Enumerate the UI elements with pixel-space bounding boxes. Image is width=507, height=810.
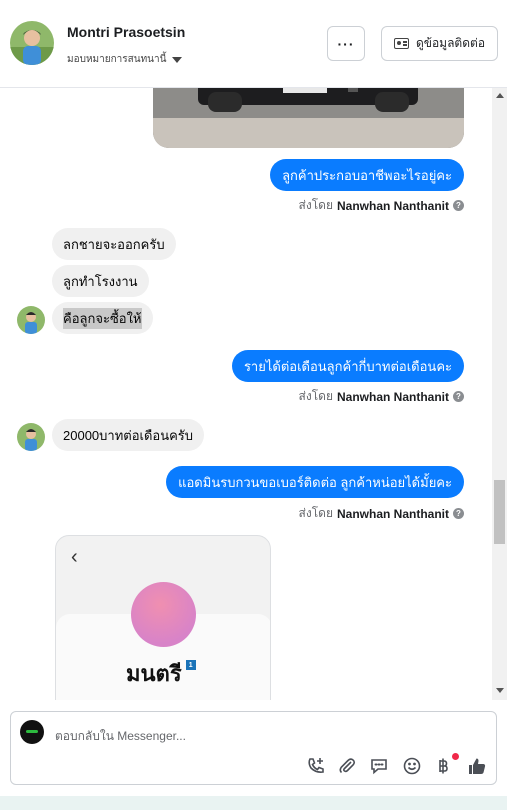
- back-arrow-icon: ‹: [71, 546, 78, 568]
- assign-label: มอบหมายการสนทนานี้: [67, 54, 167, 65]
- more-options-button[interactable]: ···: [327, 26, 365, 61]
- message-thread[interactable]: ลูกค้าประกอบอาชีพอะไรอยู่คะ ส่งโดย Nanwh…: [0, 88, 507, 700]
- sent-by-prefix: ส่งโดย: [298, 506, 333, 520]
- view-contact-info-label: ดูข้อมูลติดต่อ: [415, 36, 486, 50]
- sent-by-prefix: ส่งโดย: [298, 389, 333, 403]
- message-outgoing[interactable]: แอดมินรบกวนขอเบอร์ติดต่อ ลูกค้าหน่อยได้ม…: [166, 466, 464, 498]
- view-contact-info-button[interactable]: ดูข้อมูลติดต่อ: [381, 26, 498, 61]
- scrollbar-track[interactable]: [492, 88, 507, 700]
- message-text: รายได้ต่อเดือนลูกค้ากี่บาทต่อเดือนคะ: [243, 358, 452, 374]
- sent-by-caption: ส่งโดย Nanwhan Nanthanit ?: [299, 196, 464, 215]
- profile-screenshot-attachment[interactable]: ‹ มนตรี 1: [55, 535, 271, 700]
- baht-icon[interactable]: [432, 755, 454, 777]
- contact-avatar[interactable]: [10, 21, 54, 65]
- thumbs-up-icon[interactable]: [466, 755, 488, 777]
- message-incoming[interactable]: 20000บาทต่อเดือนครับ: [52, 419, 205, 451]
- car-photo-attachment[interactable]: [153, 88, 464, 148]
- message-incoming[interactable]: ลูกทำโรงงาน: [52, 265, 149, 297]
- message-text: ลกชายจะออกครับ: [63, 236, 165, 252]
- paperclip-icon[interactable]: [336, 755, 358, 777]
- page-avatar: [20, 720, 44, 744]
- caret-down-icon: [172, 56, 183, 63]
- scroll-up-arrow-icon[interactable]: [496, 93, 504, 98]
- message-incoming[interactable]: ลกชายจะออกครับ: [52, 228, 176, 260]
- help-icon[interactable]: ?: [453, 391, 464, 402]
- scroll-down-arrow-icon[interactable]: [496, 688, 504, 693]
- sent-by-caption: ส่งโดย Nanwhan Nanthanit ?: [299, 387, 464, 406]
- smiley-icon[interactable]: [401, 755, 423, 777]
- agent-name: Nanwhan Nanthanit: [336, 198, 449, 213]
- reply-input[interactable]: ตอบกลับใน Messenger...: [55, 727, 186, 746]
- help-icon[interactable]: ?: [453, 200, 464, 211]
- chat-bubble-icon[interactable]: [368, 755, 390, 777]
- notification-dot: [452, 753, 459, 760]
- message-incoming[interactable]: คือลูกจะซื้อให้: [52, 302, 153, 334]
- assign-conversation-dropdown[interactable]: มอบหมายการสนทนานี้: [67, 52, 183, 67]
- profile-name: มนตรี 1: [126, 656, 196, 691]
- ellipsis-icon: ···: [337, 35, 355, 52]
- message-text: ลูกค้าประกอบอาชีพอะไรอยู่คะ: [282, 167, 452, 183]
- profile-name-text: มนตรี: [126, 661, 182, 686]
- badge-icon: 1: [185, 660, 196, 670]
- message-text: 20000บาทต่อเดือนครับ: [63, 427, 194, 443]
- profile-picture: [131, 582, 196, 647]
- contact-card-icon: [393, 38, 409, 49]
- agent-name: Nanwhan Nanthanit: [336, 506, 449, 521]
- contact-avatar-small[interactable]: [17, 423, 45, 451]
- conversation-header: Montri Prasoetsin มอบหมายการสนทนานี้ ···…: [0, 0, 507, 88]
- agent-name: Nanwhan Nanthanit: [336, 389, 449, 404]
- message-outgoing[interactable]: ลูกค้าประกอบอาชีพอะไรอยู่คะ: [270, 159, 464, 191]
- reply-composer[interactable]: ตอบกลับใน Messenger...: [10, 711, 497, 785]
- sent-by-caption: ส่งโดย Nanwhan Nanthanit ?: [299, 504, 464, 523]
- help-icon[interactable]: ?: [453, 508, 464, 519]
- message-text: ลูกทำโรงงาน: [63, 273, 138, 289]
- phone-plus-icon[interactable]: [305, 755, 327, 777]
- message-outgoing[interactable]: รายได้ต่อเดือนลูกค้ากี่บาทต่อเดือนคะ: [231, 350, 464, 382]
- message-text: คือลูกจะซื้อให้: [63, 307, 142, 329]
- contact-name[interactable]: Montri Prasoetsin: [67, 24, 185, 40]
- scrollbar-thumb[interactable]: [494, 480, 505, 544]
- contact-avatar-small[interactable]: [17, 306, 45, 334]
- message-text: แอดมินรบกวนขอเบอร์ติดต่อ ลูกค้าหน่อยได้ม…: [178, 474, 452, 490]
- footer-strip: [0, 796, 507, 810]
- sent-by-prefix: ส่งโดย: [298, 198, 333, 212]
